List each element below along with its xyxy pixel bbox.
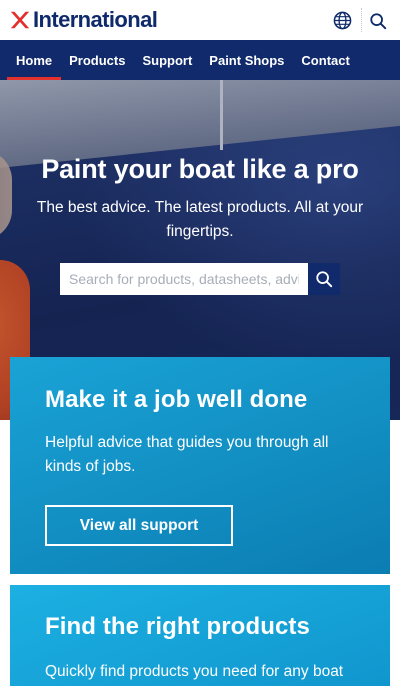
hero-search-button[interactable] [308,263,340,295]
support-card: Make it a job well done Helpful advice t… [10,357,390,574]
nav-item-label: Home [16,52,53,68]
nav-item-label: Contact [301,52,350,68]
card-title: Make it a job well done [45,386,307,414]
header-divider [361,8,362,32]
card-text: Helpful advice that guides you through a… [45,434,329,475]
card-text: Quickly find products you need for any b… [45,663,344,680]
nav-item-contact[interactable]: Contact [301,40,349,80]
products-card: Find the right products Quickly find pro… [10,585,390,686]
globe-icon[interactable] [333,11,352,30]
nav-item-products[interactable]: Products [69,40,125,80]
hero-search-input[interactable] [60,263,308,295]
hero-title: Paint your boat like a pro [41,154,359,184]
card-title-bold: job well done [154,386,308,413]
nav-item-label: Paint Shops [209,52,285,68]
view-all-support-button[interactable]: View all support [45,505,233,546]
nav-item-label: Products [69,52,126,68]
nav-item-home[interactable]: Home [6,40,62,80]
main-nav: Home Products Support Paint Shops Contac… [0,40,400,80]
search-icon[interactable] [369,12,387,30]
top-header: International [0,0,400,40]
search-icon [316,271,333,288]
x-logo-icon [10,11,30,29]
card-title: Find the right products [45,613,310,641]
card-title-light: Find the [45,613,146,640]
nav-item-support[interactable]: Support [142,40,192,80]
nav-item-label: Support [142,52,193,68]
hero-subtitle: The best advice. The latest products. Al… [36,199,364,240]
brand-name: International [33,7,158,32]
card-title-bold: right products [145,613,310,640]
nav-item-paint-shops[interactable]: Paint Shops [209,40,284,80]
card-title-light: Make it a [45,386,155,413]
brand-logo[interactable]: International [9,7,158,33]
